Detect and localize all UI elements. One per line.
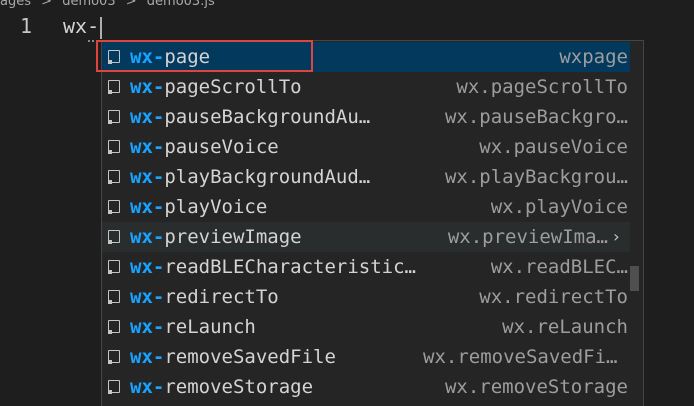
suggestion-detail: wx.removeStorage xyxy=(444,376,628,398)
suggestion-item[interactable]: wx-removeStorage wx.removeStorage xyxy=(102,372,630,402)
suggestion-label: wx-pauseBackgroundAu… xyxy=(130,102,422,132)
match-highlight: wx- xyxy=(130,166,165,188)
snippet-icon xyxy=(107,290,120,304)
suggestion-name: playVoice xyxy=(164,196,268,218)
suggestion-label: wx-playVoice xyxy=(130,192,422,222)
suggestion-item[interactable]: wx-page wxpage xyxy=(102,42,630,72)
suggestion-name: playBackgroundAud… xyxy=(164,166,371,188)
breadcrumb-folder[interactable]: demo03 xyxy=(62,0,115,9)
line-number: 1 xyxy=(20,14,33,38)
suggestion-label: wx-readBLECharacteristic… xyxy=(130,252,422,282)
warning-squiggle xyxy=(88,36,102,42)
snippet-icon xyxy=(107,140,120,154)
suggestion-detail: wx.reLaunch xyxy=(502,316,628,338)
suggestion-label: wx-previewImage xyxy=(130,222,422,252)
suggestion-name: pauseBackgroundAu… xyxy=(164,106,371,128)
breadcrumb-separator: > xyxy=(125,0,137,9)
snippet-icon xyxy=(107,230,120,244)
suggestion-item[interactable]: wx-pauseVoice wx.pauseVoice xyxy=(102,132,630,162)
match-highlight: wx- xyxy=(130,76,165,98)
suggestion-name: removeSavedFile xyxy=(164,346,336,368)
suggestion-label: wx-pageScrollTo xyxy=(130,72,422,102)
suggestion-name: previewImage xyxy=(164,226,302,248)
read-more-chevron-icon[interactable]: › xyxy=(611,222,621,252)
suggestion-item[interactable]: wx-playBackgroundAud… wx.playBackgrou… xyxy=(102,162,630,192)
match-highlight: wx- xyxy=(130,346,165,368)
suggestion-label: wx-reLaunch xyxy=(130,312,422,342)
suggestion-item[interactable]: wx-previewImage wx.previewIma… › xyxy=(102,222,630,252)
breadcrumb[interactable]: ages > demo03 > demo03.js xyxy=(0,0,221,10)
suggestion-label: wx-pauseVoice xyxy=(130,132,422,162)
suggestion-item[interactable]: wx-redirectTo wx.redirectTo xyxy=(102,282,630,312)
suggestion-detail: wx.previewIma… xyxy=(447,226,608,248)
match-highlight: wx- xyxy=(130,226,165,248)
suggestion-detail: wx.redirectTo xyxy=(479,286,628,308)
suggestion-detail: wx.pageScrollTo xyxy=(456,76,628,98)
suggestion-scrollbar[interactable] xyxy=(630,266,639,291)
match-highlight: wx- xyxy=(130,136,165,158)
suggestion-name: page xyxy=(164,46,211,68)
suggestion-item[interactable]: wx-pauseBackgroundAu… wx.pauseBackgro… xyxy=(102,102,630,132)
suggestion-item[interactable]: wx-playVoice wx.playVoice xyxy=(102,192,630,222)
snippet-icon xyxy=(107,170,120,184)
breadcrumb-folder[interactable]: ages xyxy=(0,0,31,9)
suggestion-item[interactable]: wx-pageScrollTo wx.pageScrollTo xyxy=(102,72,630,102)
snippet-icon xyxy=(107,380,120,394)
suggestion-label: wx-redirectTo xyxy=(130,282,422,312)
snippet-icon xyxy=(107,320,120,334)
suggestion-item[interactable]: wx-readBLECharacteristic… wx.readBLEC… xyxy=(102,252,630,282)
suggestion-name: pauseVoice xyxy=(164,136,279,158)
snippet-icon xyxy=(107,50,120,64)
suggestion-name: redirectTo xyxy=(164,286,279,308)
suggestion-detail: wx.readBLEC… xyxy=(490,256,628,278)
suggestion-detail: wx.pauseVoice xyxy=(479,136,628,158)
match-highlight: wx- xyxy=(130,256,165,278)
snippet-icon xyxy=(107,260,120,274)
breadcrumb-separator: > xyxy=(41,0,53,9)
suggestion-detail: wx.pauseBackgro… xyxy=(444,106,628,128)
typed-text: wx- xyxy=(63,14,100,38)
suggestion-name: pageScrollTo xyxy=(164,76,302,98)
suggestion-detail: wx.removeSavedFile xyxy=(423,346,628,368)
match-highlight: wx- xyxy=(130,196,165,218)
match-highlight: wx- xyxy=(130,106,165,128)
suggestion-item[interactable]: wx-reLaunch wx.reLaunch xyxy=(102,312,630,342)
suggestion-label: wx-page xyxy=(130,42,422,72)
suggestion-label: wx-playBackgroundAud… xyxy=(130,162,422,192)
suggestion-detail: wxpage xyxy=(559,46,628,68)
match-highlight: wx- xyxy=(130,316,165,338)
suggestion-name: removeStorage xyxy=(164,376,314,398)
suggestion-item[interactable]: wx-removeSavedFile wx.removeSavedFile xyxy=(102,342,630,372)
suggestion-detail: wx.playVoice xyxy=(490,196,628,218)
suggestion-name: reLaunch xyxy=(164,316,256,338)
match-highlight: wx- xyxy=(130,286,165,308)
snippet-icon xyxy=(107,80,120,94)
suggestion-label: wx-removeStorage xyxy=(130,372,422,402)
snippet-icon xyxy=(107,110,120,124)
suggestion-detail: wx.playBackgrou… xyxy=(444,166,628,188)
suggestion-label: wx-removeSavedFile xyxy=(130,342,422,372)
snippet-icon xyxy=(107,350,120,364)
match-highlight: wx- xyxy=(130,376,165,398)
breadcrumb-file[interactable]: demo03.js xyxy=(147,0,215,9)
snippet-icon xyxy=(107,200,120,214)
suggestion-name: readBLECharacteristic… xyxy=(164,256,416,278)
suggestion-widget[interactable]: wx-page wxpage wx-pageScrollTo wx.pageScrol… xyxy=(101,40,644,406)
match-highlight: wx- xyxy=(130,46,165,68)
